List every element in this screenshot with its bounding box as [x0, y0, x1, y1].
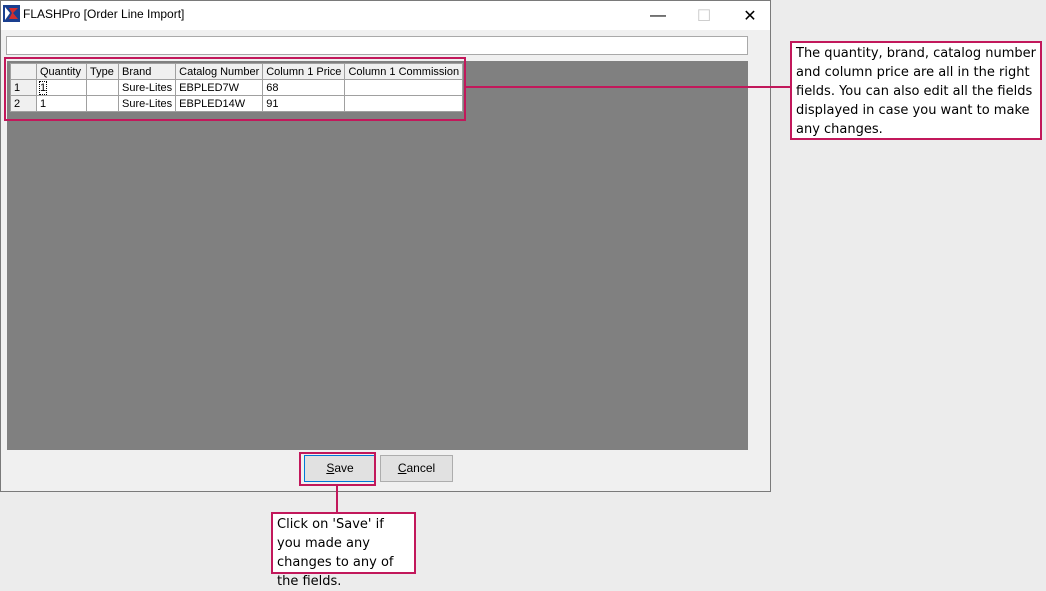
top-text-input[interactable] — [6, 36, 748, 55]
minimize-button[interactable]: — — [635, 1, 681, 30]
close-button[interactable]: ✕ — [727, 1, 773, 30]
grid-highlight-box — [4, 57, 466, 121]
save-callout-connector — [336, 486, 338, 513]
window-title: FLASHPro [Order Line Import] — [23, 7, 185, 21]
flashpro-logo-icon — [3, 5, 20, 22]
maximize-button[interactable]: ☐ — [681, 1, 727, 30]
grid-callout: The quantity, brand, catalog number and … — [790, 41, 1042, 140]
cancel-button[interactable]: Cancel — [380, 455, 453, 482]
cancel-label-rest: ancel — [406, 461, 436, 475]
grid-callout-connector — [466, 86, 791, 88]
save-highlight-box — [299, 452, 376, 486]
save-callout: Click on 'Save' if you made any changes … — [271, 512, 416, 589]
title-bar[interactable]: FLASHPro [Order Line Import] — ☐ ✕ — [1, 1, 770, 30]
